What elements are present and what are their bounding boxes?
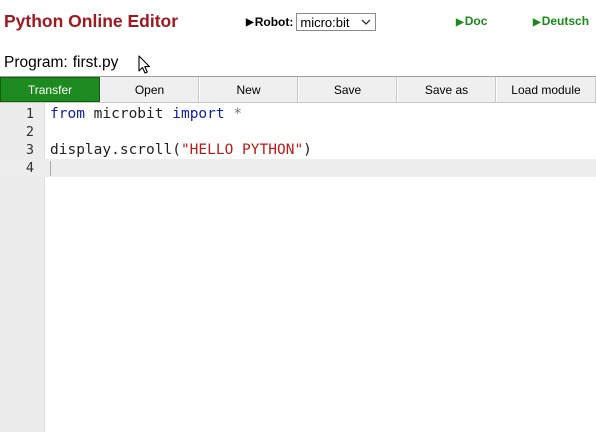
robot-selector: ▶ Robot: micro:bit — [246, 13, 377, 31]
mouse-pointer-icon — [138, 55, 151, 74]
language-link-label: Deutsch — [541, 14, 590, 28]
line-number: 2 — [25, 124, 34, 140]
robot-select[interactable]: micro:bit — [296, 13, 377, 31]
program-info: Program: first.py — [4, 54, 118, 72]
keyword-token: import — [172, 106, 225, 122]
program-filename: first.py — [72, 54, 119, 71]
code-line-active[interactable]: 4 — [0, 159, 596, 177]
save-as-button[interactable]: Save as — [397, 77, 496, 102]
robot-select-value: micro:bit — [300, 14, 350, 30]
new-button[interactable]: New — [199, 77, 298, 102]
text-cursor — [50, 161, 51, 176]
line-number: 1 — [25, 106, 34, 122]
transfer-button[interactable]: Transfer — [0, 77, 100, 102]
code-text: display.scroll("HELLO PYTHON") — [50, 141, 312, 159]
triangle-bullet-icon: ▶ — [456, 17, 464, 28]
line-number: 3 — [25, 142, 34, 158]
doc-link[interactable]: ▶Doc — [456, 14, 487, 28]
paren-token: ) — [303, 142, 312, 158]
language-link[interactable]: ▶Deutsch — [533, 14, 589, 28]
open-button[interactable]: Open — [100, 77, 199, 102]
app-title: Python Online Editor — [4, 11, 179, 31]
identifier-token: microbit — [84, 106, 173, 122]
triangle-bullet-icon: ▶ — [533, 17, 541, 28]
dropdown-chevron-icon — [361, 19, 371, 25]
keyword-token: from — [50, 106, 85, 122]
operator-token: * — [224, 106, 243, 122]
code-text: from microbit import * — [50, 105, 242, 123]
code-editor[interactable]: 1 from microbit import * 2 3 display.scr… — [0, 103, 596, 432]
code-line[interactable]: 2 — [0, 123, 596, 141]
function-call-token: display.scroll( — [50, 142, 181, 158]
robot-label: Robot: — [254, 15, 294, 29]
triangle-bullet-icon: ▶ — [246, 16, 254, 28]
program-label: Program: — [4, 54, 68, 71]
doc-link-label: Doc — [464, 14, 488, 28]
code-line[interactable]: 1 from microbit import * — [0, 105, 596, 123]
code-line[interactable]: 3 display.scroll("HELLO PYTHON") — [0, 141, 596, 159]
load-module-button[interactable]: Load module — [496, 77, 596, 102]
toolbar: Transfer Open New Save Save as Load modu… — [0, 76, 596, 103]
line-number: 4 — [25, 160, 34, 176]
string-token: "HELLO PYTHON" — [180, 142, 304, 158]
save-button[interactable]: Save — [298, 77, 397, 102]
